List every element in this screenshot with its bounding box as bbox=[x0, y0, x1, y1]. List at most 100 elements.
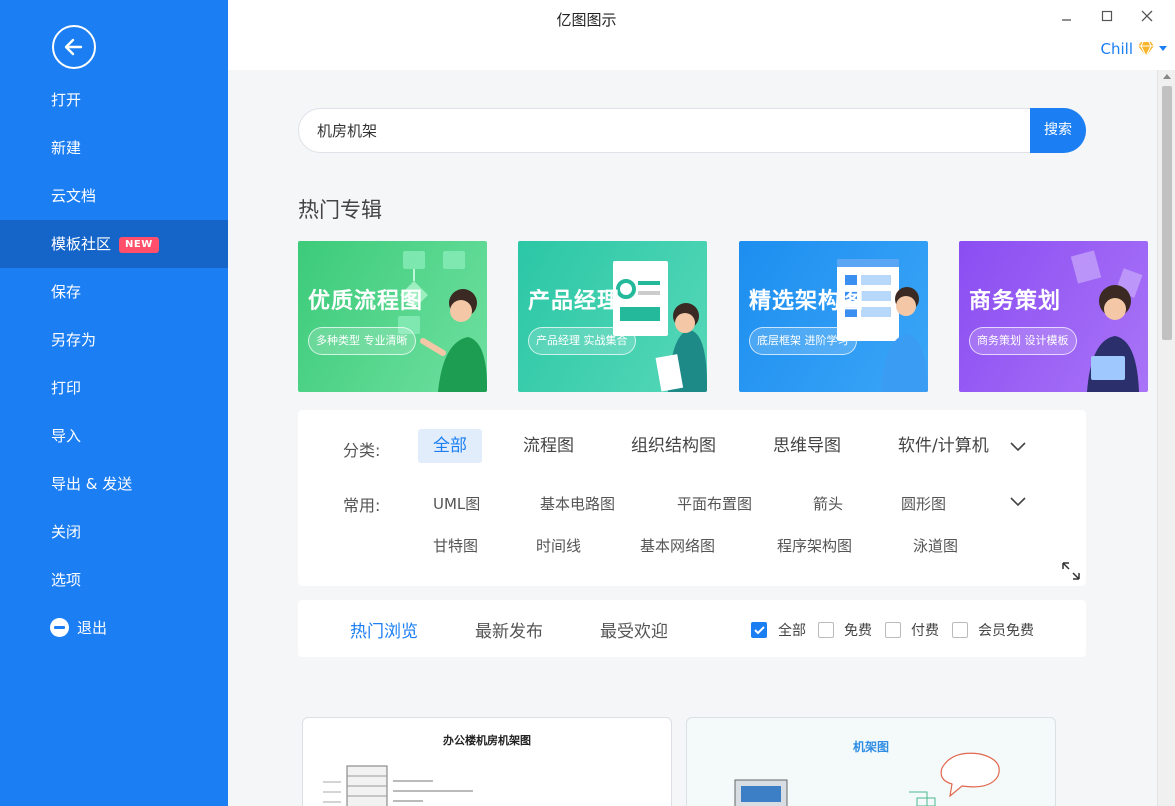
checkbox-label: 全部 bbox=[778, 623, 806, 639]
sidebar-item-label: 选项 bbox=[51, 571, 82, 589]
maximize-icon[interactable] bbox=[1094, 6, 1120, 28]
sidebar-item-label: 导入 bbox=[51, 427, 82, 445]
sidebar-item-label: 模板社区 bbox=[51, 235, 112, 253]
sidebar-item-label: 新建 bbox=[51, 139, 82, 157]
banner-business-plan[interactable]: 商务策划 商务策划 设计模板 bbox=[959, 241, 1148, 392]
checkbox-all[interactable] bbox=[751, 622, 767, 638]
banner-tag: 多种类型 专业清晰 bbox=[308, 327, 416, 355]
chevron-down-icon[interactable] bbox=[1009, 496, 1027, 508]
sidebar-item-label: 保存 bbox=[51, 283, 82, 301]
category-mind-map[interactable]: 思维导图 bbox=[758, 429, 856, 463]
banner-title: 优质流程图 bbox=[308, 289, 424, 314]
tab-latest[interactable]: 最新发布 bbox=[475, 617, 543, 642]
banner-illustration bbox=[1070, 250, 1143, 392]
tag-arrow[interactable]: 箭头 bbox=[813, 493, 843, 514]
tag-uml[interactable]: UML图 bbox=[433, 493, 480, 514]
hot-albums: 优质流程图 多种类型 专业清晰 产品经理 产品经理 实战集合 精选架构图 底层框… bbox=[298, 241, 1148, 392]
diamond-vip-icon bbox=[1138, 41, 1154, 58]
sort-panel: 热门浏览 最新发布 最受欢迎 全部 免费 付费 会员免费 bbox=[298, 600, 1086, 657]
sidebar-item-cloud-docs[interactable]: 云文档 bbox=[0, 172, 228, 220]
user-menu[interactable]: Chill bbox=[1101, 40, 1167, 58]
checkbox-paid[interactable] bbox=[885, 622, 901, 638]
sidebar-item-label: 导出 & 发送 bbox=[51, 475, 133, 493]
sidebar-menu: 打开 新建 云文档 模板社区 NEW 保存 另存为 打印 导入 导出 & 发送 关… bbox=[0, 76, 228, 652]
sidebar-item-import[interactable]: 导入 bbox=[0, 412, 228, 460]
banner-illustration bbox=[398, 251, 487, 392]
category-label: 分类: bbox=[343, 441, 381, 460]
sidebar-item-label: 关闭 bbox=[51, 523, 82, 541]
sidebar-item-label: 打印 bbox=[51, 379, 82, 397]
scrollbar-thumb[interactable] bbox=[1162, 86, 1172, 340]
checkbox-label: 会员免费 bbox=[978, 623, 1034, 639]
banner-title: 商务策划 bbox=[969, 289, 1062, 314]
banner-illustration bbox=[837, 259, 928, 392]
back-arrow-icon[interactable] bbox=[52, 25, 96, 69]
sidebar-item-label: 另存为 bbox=[51, 331, 97, 349]
tag-timeline[interactable]: 时间线 bbox=[536, 535, 581, 556]
search-box: 搜索 bbox=[298, 108, 1086, 153]
chevron-down-icon[interactable] bbox=[1009, 441, 1027, 453]
sidebar-item-exit[interactable]: 退出 bbox=[0, 604, 228, 652]
minimize-icon[interactable] bbox=[1054, 6, 1080, 28]
expand-icon[interactable] bbox=[1061, 561, 1081, 581]
sidebar-item-save[interactable]: 保存 bbox=[0, 268, 228, 316]
app-title: 亿图图示 bbox=[556, 11, 617, 29]
search-input[interactable] bbox=[317, 109, 1017, 152]
banner-architecture[interactable]: 精选架构图 底层框架 进阶学习 bbox=[739, 241, 928, 392]
sidebar-item-print[interactable]: 打印 bbox=[0, 364, 228, 412]
category-flowchart[interactable]: 流程图 bbox=[508, 429, 589, 463]
banner-tag: 产品经理 实战集合 bbox=[528, 327, 636, 355]
template-card[interactable]: 机架图 bbox=[686, 717, 1056, 806]
sidebar-item-template-community[interactable]: 模板社区 NEW bbox=[0, 220, 228, 268]
sidebar-item-label: 云文档 bbox=[51, 187, 97, 205]
template-community-content: 搜索 热门专辑 优质流程图 多种类型 专业清晰 bbox=[228, 70, 1157, 806]
hot-albums-title: 热门专辑 bbox=[298, 198, 382, 222]
tag-program-architecture[interactable]: 程序架构图 bbox=[777, 535, 852, 556]
common-label: 常用: bbox=[343, 496, 381, 515]
tag-basic-circuit[interactable]: 基本电路图 bbox=[540, 493, 615, 514]
template-card[interactable]: 办公楼机房机架图 bbox=[302, 717, 672, 806]
vertical-scrollbar[interactable] bbox=[1157, 70, 1175, 806]
search-button[interactable]: 搜索 bbox=[1030, 108, 1086, 153]
minus-circle-icon bbox=[50, 618, 69, 637]
sidebar: 打开 新建 云文档 模板社区 NEW 保存 另存为 打印 导入 导出 & 发送 关… bbox=[0, 0, 228, 806]
sidebar-item-close[interactable]: 关闭 bbox=[0, 508, 228, 556]
tag-basic-network[interactable]: 基本网络图 bbox=[640, 535, 715, 556]
checkbox-label: 付费 bbox=[911, 623, 939, 639]
banner-illustration bbox=[613, 261, 707, 392]
sidebar-item-export-send[interactable]: 导出 & 发送 bbox=[0, 460, 228, 508]
category-org-chart[interactable]: 组织结构图 bbox=[616, 429, 731, 463]
banner-flowchart[interactable]: 优质流程图 多种类型 专业清晰 bbox=[298, 241, 487, 392]
checkmark-icon bbox=[754, 626, 765, 635]
banner-tag: 底层框架 进阶学习 bbox=[749, 327, 857, 355]
category-software[interactable]: 软件/计算机 bbox=[883, 429, 1004, 463]
sidebar-item-label: 打开 bbox=[51, 91, 82, 109]
filter-panel: 分类: 全部 流程图 组织结构图 思维导图 软件/计算机 常用: UML图 基本… bbox=[298, 410, 1086, 586]
banner-title: 精选架构图 bbox=[749, 289, 865, 314]
banner-tag: 商务策划 设计模板 bbox=[969, 327, 1077, 355]
sidebar-item-new[interactable]: 新建 bbox=[0, 124, 228, 172]
tag-gantt[interactable]: 甘特图 bbox=[433, 535, 478, 556]
template-thumbnail bbox=[734, 752, 1000, 806]
category-all[interactable]: 全部 bbox=[418, 429, 482, 463]
tag-swimlane[interactable]: 泳道图 bbox=[913, 535, 958, 556]
user-name: Chill bbox=[1100, 40, 1133, 58]
tab-hot-views[interactable]: 热门浏览 bbox=[350, 617, 418, 642]
scroll-up-arrow-icon[interactable] bbox=[1163, 74, 1171, 79]
checkbox-free[interactable] bbox=[818, 622, 834, 638]
checkbox-member-free[interactable] bbox=[952, 622, 968, 638]
tag-floor-plan[interactable]: 平面布置图 bbox=[677, 493, 752, 514]
close-icon[interactable] bbox=[1134, 6, 1160, 28]
banner-title: 产品经理 bbox=[528, 289, 621, 314]
new-badge: NEW bbox=[119, 237, 159, 253]
sidebar-item-open[interactable]: 打开 bbox=[0, 76, 228, 124]
caret-down-icon bbox=[1159, 46, 1167, 51]
sidebar-item-save-as[interactable]: 另存为 bbox=[0, 316, 228, 364]
banner-product-manager[interactable]: 产品经理 产品经理 实战集合 bbox=[518, 241, 707, 392]
sidebar-item-label: 退出 bbox=[77, 619, 108, 637]
template-thumbnail bbox=[323, 765, 473, 806]
tag-circle-chart[interactable]: 圆形图 bbox=[901, 493, 946, 514]
checkbox-label: 免费 bbox=[844, 623, 872, 639]
sidebar-item-options[interactable]: 选项 bbox=[0, 556, 228, 604]
tab-most-liked[interactable]: 最受欢迎 bbox=[600, 617, 668, 642]
